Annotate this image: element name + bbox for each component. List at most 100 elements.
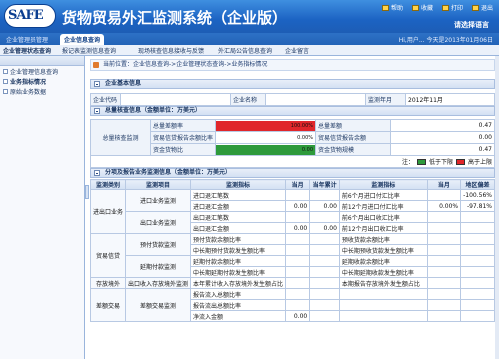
- current2-cell: [426, 244, 462, 256]
- table-row: 差额交易 差额交易监测 报告流入总额比率: [89, 288, 495, 322]
- tab-enterprise-query[interactable]: 企业信息查询: [60, 34, 105, 45]
- tab-bar: 企业管理员管理 企业信息查询 Hi,用户... 今天是2013年01月06日: [0, 33, 499, 45]
- col-header: 监测项目: [125, 179, 192, 190]
- main-content: 当前位置：企业信息查询->企业管理状态查询->业务指标情况 企业基本信息 企业代…: [89, 56, 499, 359]
- indicator-cell: 出口退汇笔数: [190, 211, 287, 223]
- current2-cell: [426, 255, 462, 267]
- menu-item-message[interactable]: 企业留言: [285, 46, 309, 55]
- favorite-link[interactable]: 收藏: [411, 3, 433, 12]
- sidebar-item-raw-data[interactable]: 原始业务数据: [0, 86, 84, 96]
- help-link[interactable]: 帮助: [381, 3, 403, 12]
- folder-icon: [3, 78, 8, 84]
- overall-row-label: 贸易信贷报告余额比率: [149, 131, 217, 144]
- deviation-cell: -97.81%: [460, 200, 495, 212]
- indicator2-cell: 中长期预收货款发生额比率: [338, 244, 428, 256]
- legend: 注： 低于下限 高于上限: [93, 157, 492, 166]
- current-cell: [285, 288, 311, 300]
- col-header: 当年累计: [309, 179, 340, 190]
- sidebar-item-indicators[interactable]: 业务指标情况: [0, 76, 84, 86]
- table-row: 贸易信贷 预付货款监测 预付货款余额比率 预收货款余额比率: [89, 233, 495, 278]
- ytd-cell: [309, 266, 340, 278]
- logo-text: SAFE: [8, 8, 44, 23]
- col-header: 地区偏差: [460, 179, 495, 190]
- code-label: 企业代码: [90, 93, 121, 106]
- section-detail[interactable]: 分项及报告业务监测信息（金额单位：万美元）: [90, 168, 495, 178]
- language-select[interactable]: 请选择语言: [454, 20, 489, 30]
- collapse-icon: [94, 81, 100, 87]
- logout-link[interactable]: 退出: [471, 3, 493, 12]
- table-row: 进出口业务 进口业务监测 进口退汇笔数 前6个月进口付汇比率 -100.56%: [89, 189, 495, 234]
- safe-logo: SAFE: [4, 4, 56, 28]
- item-cell: 进口业务监测: [125, 189, 192, 212]
- indicator2-cell: 本期报告存放境外发生额占比: [338, 277, 428, 289]
- indicator-bar: 100.00%: [216, 120, 315, 131]
- indicator-bar: 0.00%: [216, 132, 315, 143]
- indicator-bar: 0.00: [216, 144, 315, 155]
- sub-menu: 企业管理状态查询 报记表监测信息查询 现场核查信息接收与反馈 外汇局公告信息查询…: [0, 45, 499, 56]
- sidebar-item-label: 企业管理信息查询: [10, 68, 59, 76]
- print-label: 打印: [450, 5, 463, 12]
- overall-right-label: 贸易信贷报告余额: [315, 131, 392, 144]
- deviation-cell: [460, 255, 495, 267]
- table-row: 出口业务监测 出口退汇笔数 前6个月出口收汇比率: [91, 211, 495, 234]
- overall-right-label: 总量差额: [315, 119, 392, 132]
- section-basic-info[interactable]: 企业基本信息: [90, 79, 495, 89]
- basic-info-table: 企业代码 企业名称 监测年月 2012年11月: [90, 93, 495, 106]
- current-cell: [285, 277, 311, 289]
- star-icon: [411, 4, 419, 11]
- section-overall[interactable]: 总量核查信息（金额单位：万美元）: [90, 106, 495, 116]
- print-link[interactable]: 打印: [441, 3, 463, 12]
- legend-swatch-low: [416, 158, 426, 165]
- ytd-cell: 0.00: [309, 222, 340, 234]
- current-cell: [285, 189, 311, 201]
- app-title: 货物贸易外汇监测系统（企业版）: [62, 9, 288, 27]
- overall-table: 总量核查监测 总量差额率 100.00% 总量差额 0.47 贸易信贷报告余额比…: [90, 119, 495, 168]
- sidebar-item-label: 业务指标情况: [10, 78, 47, 86]
- user-date-info: Hi,用户... 今天是2013年01月06日: [398, 37, 493, 44]
- code-value: [120, 93, 231, 106]
- sidebar-item-label: 原始业务数据: [10, 88, 47, 96]
- current2-cell: [426, 299, 462, 311]
- current2-cell: [426, 222, 462, 234]
- sidebar: 企业管理信息查询 业务指标情况 原始业务数据: [0, 56, 85, 359]
- overall-group-label: 总量核查监测: [90, 119, 151, 156]
- col-header: 监测指标: [190, 179, 287, 190]
- col-header: 当月: [426, 179, 462, 190]
- period-label: 监测年月: [365, 93, 406, 106]
- menu-item-status[interactable]: 企业管理状态查询: [3, 46, 51, 55]
- deviation-cell: [460, 244, 495, 256]
- vertical-scrollbar[interactable]: [495, 56, 499, 359]
- ytd-cell: [309, 233, 340, 245]
- indicator-cell: 进口退汇笔数: [190, 189, 287, 201]
- top-links: 帮助 收藏 打印 退出: [381, 3, 493, 12]
- folder-icon: [3, 88, 8, 94]
- logout-label: 退出: [480, 5, 493, 12]
- current-cell: [285, 233, 311, 245]
- section-title: 企业基本信息: [105, 80, 142, 87]
- ytd-cell: [309, 189, 340, 201]
- menu-item-notice[interactable]: 外汇局公告信息查询: [218, 46, 272, 55]
- breadcrumb: 当前位置：企业信息查询->企业管理状态查询->业务指标情况: [90, 59, 495, 71]
- menu-item-report[interactable]: 报记表监测信息查询: [62, 46, 116, 55]
- ytd-cell: [309, 211, 340, 223]
- table-row: 延期付款监测 延期付款余额比率 延期收款余额比率: [91, 255, 495, 278]
- current2-cell: [426, 189, 462, 201]
- current-cell: [285, 211, 311, 223]
- current-cell: [285, 255, 311, 267]
- sidebar-collapse-handle[interactable]: [85, 185, 89, 199]
- detail-table: 监测类别 监测项目 监测指标 当月 当年累计 监测指标 当月 地区偏差 进出口业…: [89, 179, 495, 322]
- current-cell: 0.00: [285, 200, 311, 212]
- deviation-cell: [460, 299, 495, 311]
- sidebar-item-management[interactable]: 企业管理信息查询: [0, 66, 84, 76]
- menu-item-inspection[interactable]: 现场核查信息接收与反馈: [138, 46, 204, 55]
- logout-icon: [471, 4, 479, 11]
- help-icon: [381, 4, 389, 11]
- tab-admin[interactable]: 企业管理员管理: [2, 34, 52, 45]
- indicator2-cell: 前12个月出口收汇比率: [338, 222, 428, 234]
- current-cell: 0.00: [285, 310, 311, 322]
- overall-right-value: 0.47: [390, 119, 495, 132]
- folder-icon: [3, 68, 8, 74]
- deviation-cell: [460, 233, 495, 245]
- collapse-icon: [94, 170, 100, 176]
- indicator-cell: 中长期预付货款发生额比率: [190, 244, 287, 256]
